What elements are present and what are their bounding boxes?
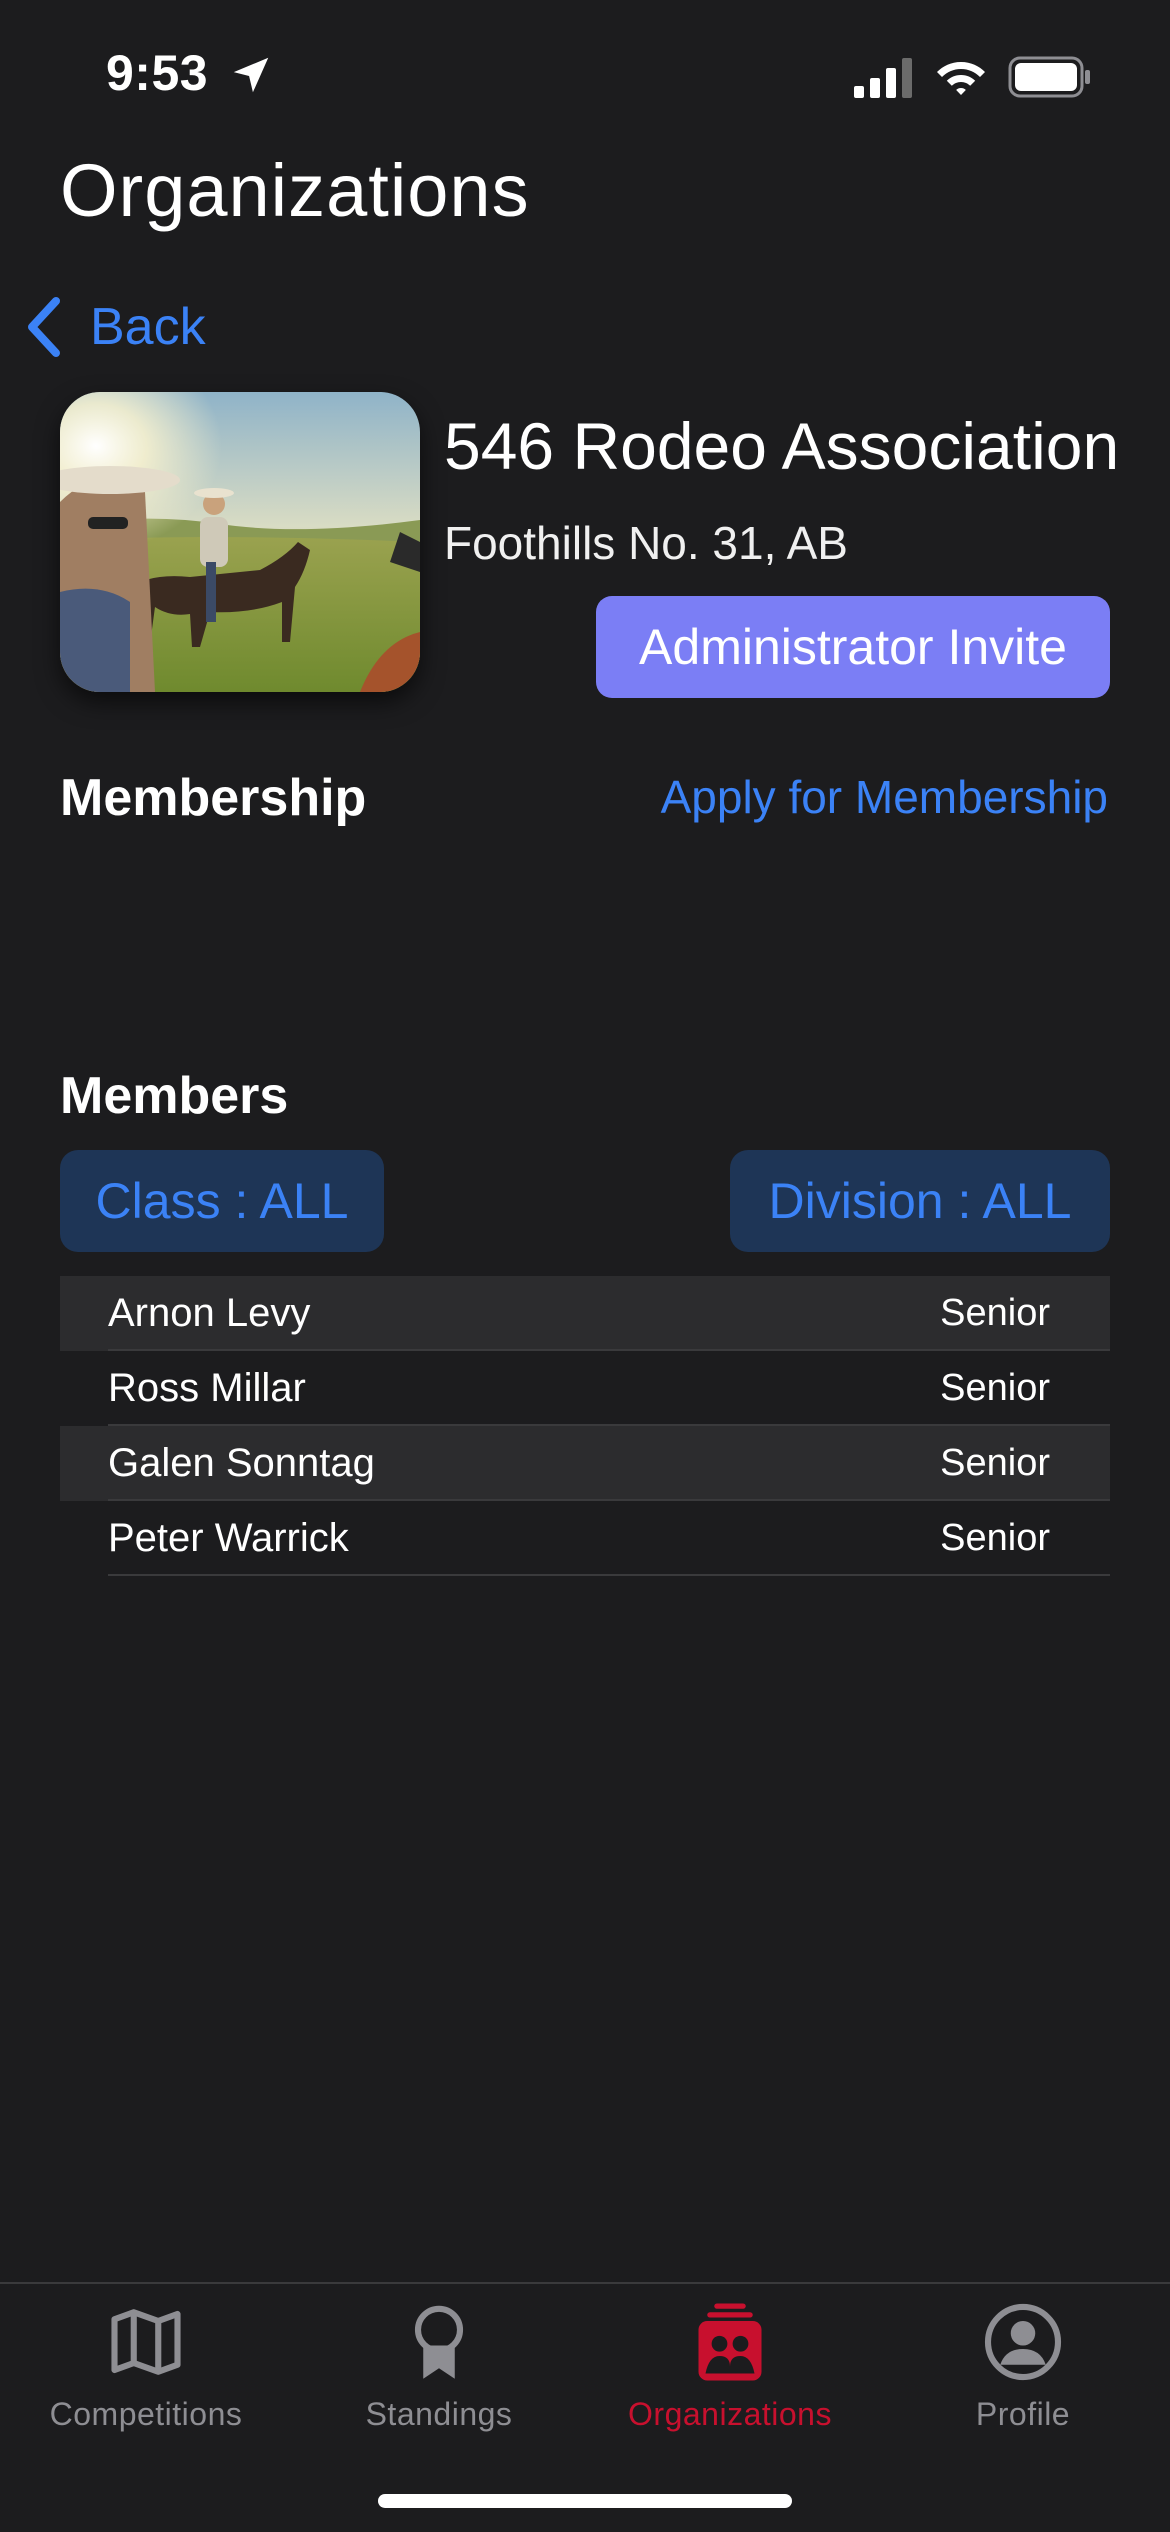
- chevron-left-icon: [28, 297, 60, 357]
- page-title: Organizations: [60, 149, 530, 232]
- administrator-invite-button[interactable]: Administrator Invite: [596, 596, 1110, 698]
- organization-photo: [60, 392, 420, 692]
- member-row[interactable]: Arnon Levy Senior: [60, 1276, 1110, 1351]
- tab-standings[interactable]: Standings: [309, 2300, 569, 2433]
- home-indicator: [378, 2494, 792, 2508]
- member-name: Ross Millar: [108, 1366, 306, 1410]
- member-name: Arnon Levy: [108, 1291, 311, 1335]
- member-name: Galen Sonntag: [108, 1441, 375, 1485]
- tab-label: Organizations: [628, 2396, 832, 2432]
- member-role: Senior: [940, 1292, 1050, 1334]
- member-role: Senior: [940, 1367, 1050, 1409]
- battery-icon: [1008, 56, 1090, 98]
- back-button[interactable]: Back: [24, 292, 206, 362]
- tab-label: Profile: [975, 2396, 1071, 2432]
- organizations-icon: [698, 2303, 762, 2381]
- tab-competitions[interactable]: Competitions: [16, 2300, 276, 2433]
- member-row[interactable]: Peter Warrick Senior: [60, 1501, 1110, 1576]
- cellular-signal-icon: [854, 58, 912, 98]
- division-filter-button[interactable]: Division : ALL: [730, 1150, 1110, 1252]
- class-filter-button[interactable]: Class : ALL: [60, 1150, 384, 1252]
- organization-name: 546 Rodeo Association: [444, 409, 1120, 483]
- members-heading: Members: [60, 1067, 289, 1125]
- organization-location: Foothills No. 31, AB: [444, 517, 848, 569]
- member-row[interactable]: Ross Millar Senior: [60, 1351, 1110, 1426]
- tab-profile[interactable]: Profile: [893, 2300, 1153, 2433]
- location-arrow-icon: [233, 57, 269, 93]
- status-time: 9:53: [106, 45, 209, 101]
- tab-label: Competitions: [49, 2396, 243, 2432]
- apply-for-membership-link[interactable]: Apply for Membership: [661, 770, 1108, 824]
- tab-label: Standings: [365, 2396, 513, 2432]
- back-label: Back: [90, 298, 206, 356]
- member-role: Senior: [940, 1517, 1050, 1559]
- tab-organizations[interactable]: Organizations: [600, 2300, 860, 2433]
- member-row[interactable]: Galen Sonntag Senior: [60, 1426, 1110, 1501]
- map-icon: [111, 2309, 181, 2375]
- membership-heading: Membership: [60, 769, 367, 827]
- member-role: Senior: [940, 1442, 1050, 1484]
- wifi-icon: [937, 62, 985, 95]
- member-name: Peter Warrick: [108, 1516, 349, 1560]
- person-circle-icon: [984, 2303, 1062, 2381]
- ribbon-icon: [414, 2305, 464, 2379]
- members-list: Arnon Levy Senior Ross Millar Senior Gal…: [60, 1276, 1110, 1576]
